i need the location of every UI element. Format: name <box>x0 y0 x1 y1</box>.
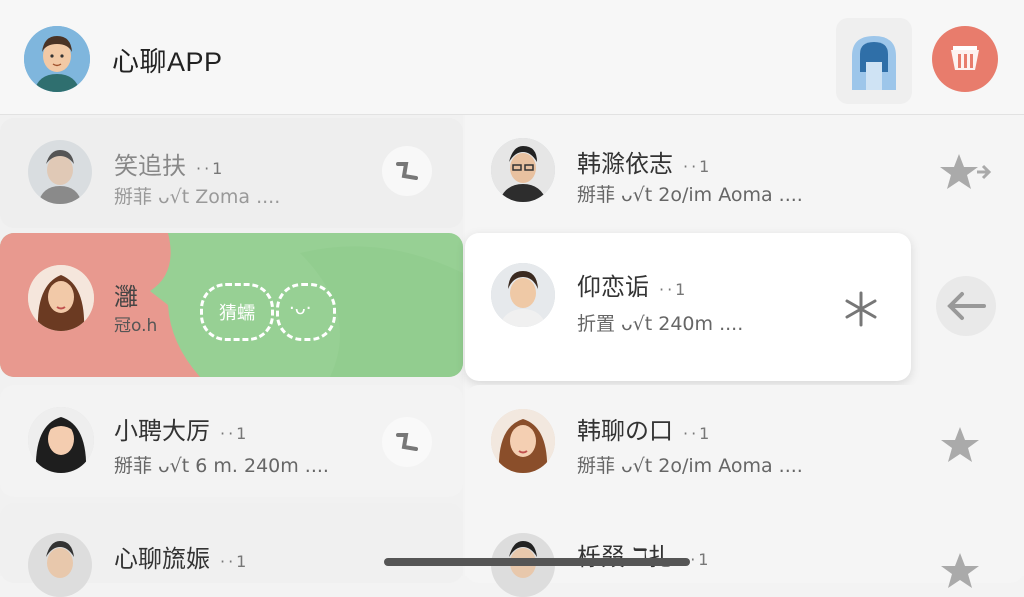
star-button[interactable] <box>935 423 985 467</box>
box-icon <box>951 46 979 70</box>
ghost-icon <box>852 36 896 90</box>
pin-icon <box>396 162 418 180</box>
chat-item[interactable]: 小聘大厉 ··1 掰菲 ᴗ√t 6 m. 240m .... <box>0 385 463 497</box>
message-preview: 冠o.h <box>114 316 158 336</box>
chat-item[interactable]: 栎叕 ℸ扎 ··1 <box>465 503 1024 597</box>
contact-name: 韩滁依志 ··1 <box>577 150 713 178</box>
contact-name: 灉 <box>114 283 138 311</box>
contact-name: 心聊旒娠 ··1 <box>114 545 250 573</box>
contact-avatar <box>28 140 92 204</box>
smile-icon: ·ᴗ· <box>289 298 312 319</box>
message-preview: 掰菲 ᴗ√t 2o/im Aoma .... <box>577 184 803 206</box>
swipe-emoji-chip[interactable]: ·ᴗ· <box>276 283 336 341</box>
back-button[interactable] <box>936 276 996 336</box>
contact-name: 韩聊の口 ··1 <box>577 417 713 445</box>
star-button[interactable] <box>935 148 995 198</box>
contact-name: 栎叕 ℸ扎 ··1 <box>577 543 712 571</box>
contact-name: 小聘大厉 ··1 <box>114 417 250 445</box>
contact-avatar <box>28 407 94 473</box>
contact-avatar <box>28 533 92 597</box>
contact-avatar <box>491 263 555 327</box>
ghost-button[interactable] <box>836 18 912 104</box>
message-preview: 折置 ᴗ√t 240m .... <box>577 313 744 335</box>
contact-avatar <box>28 265 94 331</box>
app-header: 心聊APP <box>0 0 1024 115</box>
star-button[interactable] <box>935 549 985 589</box>
chat-item[interactable]: 韩滁依志 ··1 掰菲 ᴗ√t 2o/im Aoma .... <box>465 118 1024 228</box>
contact-avatar <box>491 138 555 202</box>
message-preview: 掰菲 ᴗ√t Zoma .... <box>114 186 281 208</box>
chat-item[interactable]: 心聊旒娠 ··1 <box>0 503 463 597</box>
home-indicator[interactable] <box>384 558 690 566</box>
pin-button[interactable] <box>382 146 432 196</box>
swiped-chat-item[interactable]: 灉 冠o.h 猜蠕 ·ᴗ· <box>0 233 463 377</box>
chat-item[interactable]: 韩聊の口 ··1 掰菲 ᴗ√t 2o/im Aoma .... <box>465 385 1024 497</box>
star-button[interactable] <box>839 287 883 331</box>
swipe-action-label: 猜蠕 <box>219 303 255 324</box>
star-icon <box>940 154 992 189</box>
chat-item[interactable]: 笑追扶 ··1 掰菲 ᴗ√t Zoma .... <box>0 118 463 228</box>
star-icon <box>941 427 979 462</box>
app-title: 心聊APP <box>112 47 223 77</box>
contact-name: 仰恋诟 ··1 <box>577 273 689 301</box>
app-user-avatar[interactable] <box>24 26 90 92</box>
chat-item[interactable]: 仰恋诟 ··1 折置 ᴗ√t 240m .... <box>465 233 911 381</box>
pin-icon <box>396 433 418 451</box>
message-preview: 掰菲 ᴗ√t 2o/im Aoma .... <box>577 455 803 477</box>
pin-button[interactable] <box>382 417 432 467</box>
contact-avatar <box>491 409 555 473</box>
star-icon <box>941 553 979 588</box>
action-button[interactable] <box>932 26 998 92</box>
swipe-action-chip[interactable]: 猜蠕 <box>200 283 274 341</box>
message-preview: 掰菲 ᴗ√t 6 m. 240m .... <box>114 455 329 477</box>
star-icon <box>845 291 877 327</box>
contact-name: 笑追扶 ··1 <box>114 152 226 180</box>
arrow-left-icon <box>947 292 986 320</box>
